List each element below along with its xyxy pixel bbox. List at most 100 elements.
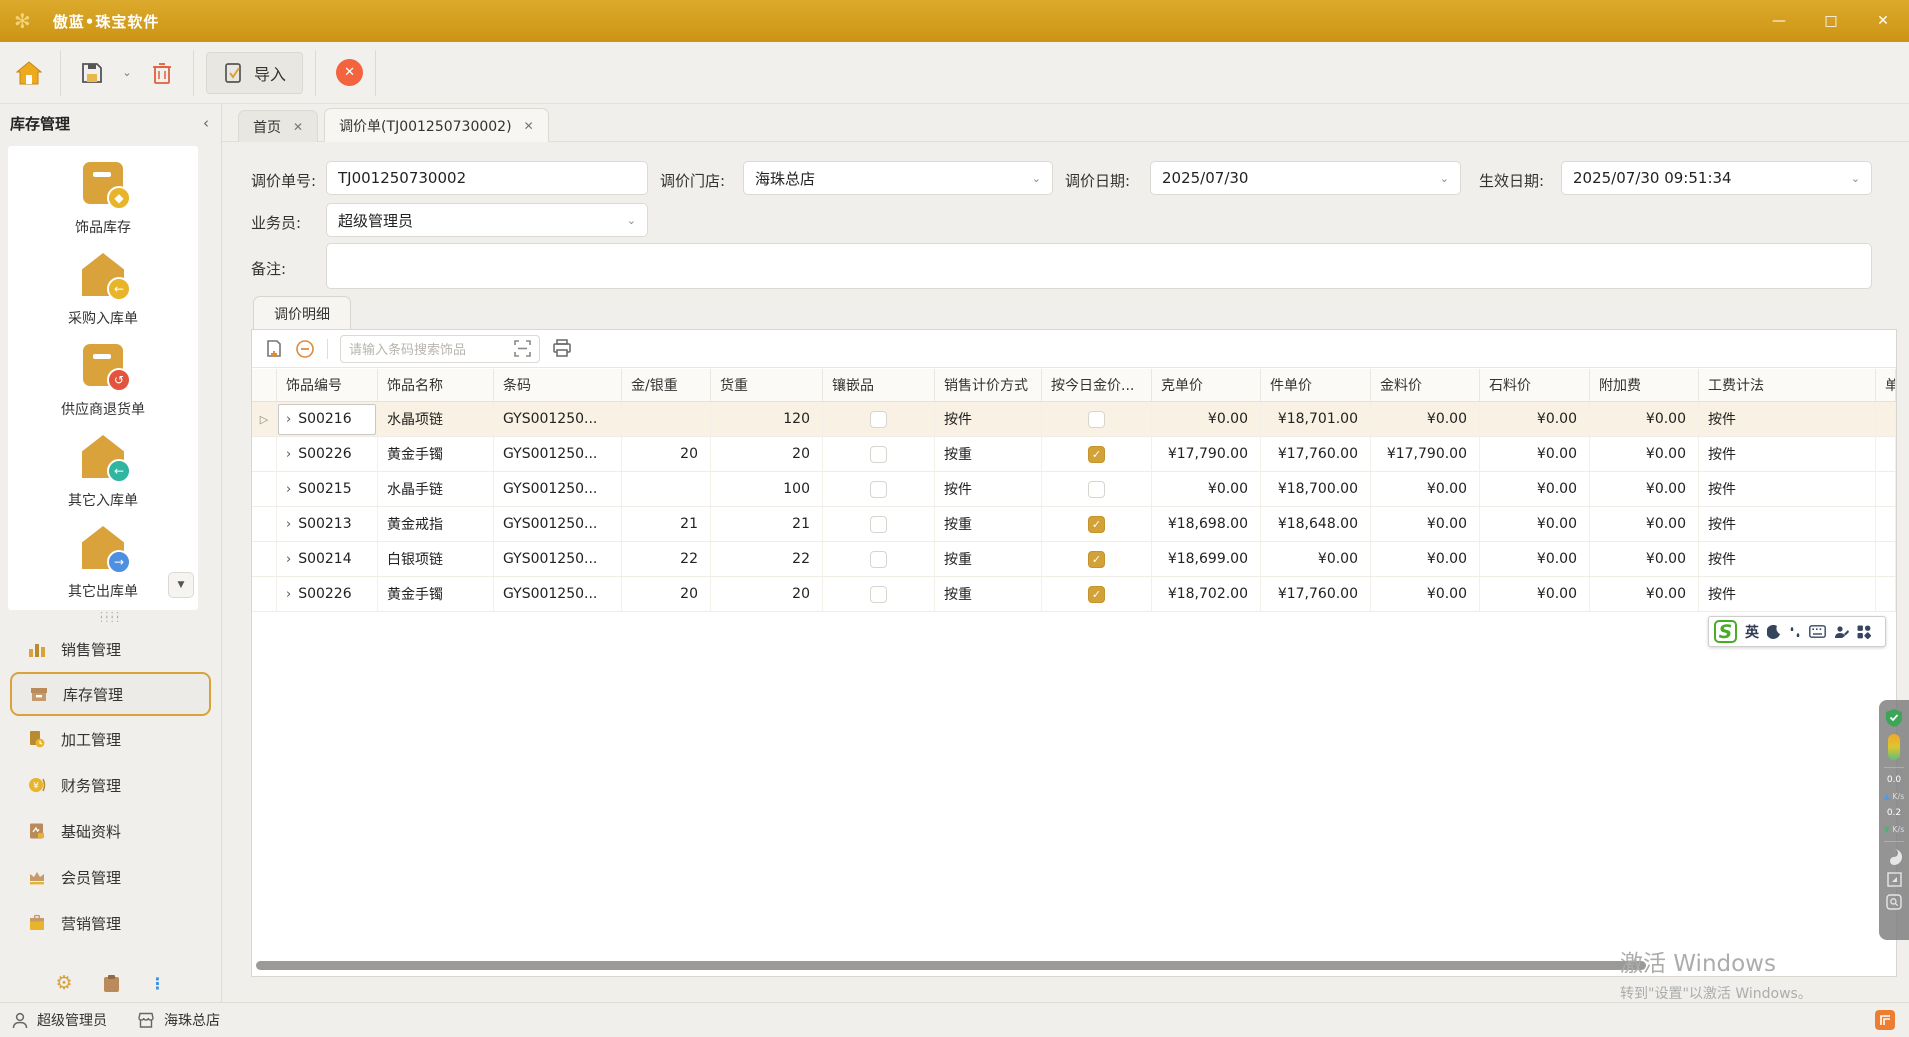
sidebar-splitter-handle[interactable]: :::::::: <box>0 612 221 622</box>
minimize-button[interactable]: — <box>1753 0 1805 42</box>
save-button[interactable] <box>73 52 111 94</box>
sidebar-item-销售管理[interactable]: 销售管理 <box>0 626 221 672</box>
moon-icon[interactable] <box>1767 625 1781 639</box>
row-expander-icon[interactable]: › <box>286 587 291 602</box>
table-row[interactable]: ›S00226黄金手镯GYS001250...2020按重✓¥18,702.00… <box>252 577 1896 612</box>
scrollbar-thumb[interactable] <box>256 961 1646 970</box>
effective-date-select[interactable]: 2025/07/30 09:51:34 ⌄ <box>1561 161 1872 195</box>
today-gold-price-checkbox[interactable] <box>1088 481 1105 498</box>
ime-language-mode[interactable]: 英 <box>1745 622 1759 642</box>
column-header-饰品编号[interactable]: 饰品编号 <box>277 369 378 401</box>
inlay-checkbox[interactable] <box>870 586 887 603</box>
handwriting-icon[interactable] <box>1834 625 1849 639</box>
search-tool-icon[interactable] <box>1886 894 1902 910</box>
today-gold-price-checkbox[interactable]: ✓ <box>1088 551 1105 568</box>
store-select[interactable]: 海珠总店 ⌄ <box>743 161 1053 195</box>
remark-textarea[interactable] <box>326 243 1872 289</box>
settings-gear-icon[interactable]: ⚙ <box>55 972 72 994</box>
sidebar-item-基础资料[interactable]: 基础资料 <box>0 808 221 854</box>
table-row[interactable]: ›S00226黄金手镯GYS001250...2020按重✓¥17,790.00… <box>252 437 1896 472</box>
column-header-销售计价方式[interactable]: 销售计价方式 <box>935 369 1042 401</box>
order-no-input[interactable]: TJ001250730002 <box>326 161 648 195</box>
home-button[interactable] <box>10 52 48 94</box>
keyboard-icon[interactable] <box>1809 625 1826 638</box>
shield-check-icon[interactable] <box>1886 709 1902 727</box>
punctuation-icon[interactable] <box>1789 625 1801 639</box>
sidebar-item-会员管理[interactable]: 会员管理 <box>0 854 221 900</box>
column-header-金料价[interactable]: 金料价 <box>1371 369 1480 401</box>
column-header-镶嵌品[interactable]: 镶嵌品 <box>823 369 935 401</box>
sidebar-item-库存管理[interactable]: 库存管理 <box>10 672 211 716</box>
remove-row-icon[interactable] <box>295 339 315 359</box>
today-gold-price-checkbox[interactable]: ✓ <box>1088 446 1105 463</box>
status-store: 海珠总店 <box>164 1010 220 1030</box>
inlay-checkbox[interactable] <box>870 481 887 498</box>
barcode-scan-icon[interactable] <box>514 340 531 357</box>
column-header-饰品名称[interactable]: 饰品名称 <box>378 369 494 401</box>
tray-ime-icon[interactable] <box>1875 1010 1895 1030</box>
column-header-条码[interactable]: 条码 <box>494 369 622 401</box>
screenshot-icon[interactable] <box>1887 872 1902 887</box>
column-header-件单价[interactable]: 件单价 <box>1261 369 1371 401</box>
sidebar-shortcut-采购入库单[interactable]: ←采购入库单 <box>8 237 198 328</box>
column-header-金/银重[interactable]: 金/银重 <box>622 369 711 401</box>
code-edit-box[interactable]: ›S00216 <box>278 404 376 435</box>
security-float-widget[interactable]: 0.0 ▲ K/s 0.2 ▼ K/s <box>1879 700 1909 940</box>
cell-pricing: 按重 <box>935 507 1042 541</box>
field-label-order-no: 调价单号: <box>251 170 316 191</box>
swirl-icon[interactable] <box>1886 849 1902 865</box>
today-gold-price-checkbox[interactable]: ✓ <box>1088 516 1105 533</box>
tab-adjustment-detail[interactable]: 调价明细 <box>253 296 351 330</box>
save-dropdown-chevron-icon[interactable]: ⌄ <box>119 66 135 79</box>
more-options-kebab-icon[interactable]: ⋮ <box>150 974 166 993</box>
table-row[interactable]: ›S00215水晶手链GYS001250...100按件¥0.00¥18,700… <box>252 472 1896 507</box>
column-header-附加费[interactable]: 附加费 <box>1590 369 1699 401</box>
row-expander-icon[interactable]: › <box>286 412 291 427</box>
inlay-checkbox[interactable] <box>870 516 887 533</box>
sidebar-shortcut-饰品库存[interactable]: ◆饰品库存 <box>8 146 198 237</box>
tab-price-adjustment[interactable]: 调价单(TJ001250730002) ✕ <box>324 108 549 142</box>
sidebar-shortcut-其它入库单[interactable]: ←其它入库单 <box>8 419 198 510</box>
table-row[interactable]: ›S00213黄金戒指GYS001250...2121按重✓¥18,698.00… <box>252 507 1896 542</box>
barcode-search-input[interactable]: 请输入条码搜索饰品 <box>340 335 540 363</box>
add-row-icon[interactable] <box>264 339 283 359</box>
table-row[interactable]: ▷›S00216水晶项链GYS001250...120按件¥0.00¥18,70… <box>252 402 1896 437</box>
today-gold-price-checkbox[interactable]: ✓ <box>1088 586 1105 603</box>
tab-close-icon[interactable]: ✕ <box>524 119 534 133</box>
clipboard-icon[interactable] <box>103 974 120 993</box>
sidebar-shortcut-供应商退货单[interactable]: ↺供应商退货单 <box>8 328 198 419</box>
table-row[interactable]: ›S00214白银项链GYS001250...2222按重✓¥18,699.00… <box>252 542 1896 577</box>
inlay-checkbox[interactable] <box>870 551 887 568</box>
salesperson-select[interactable]: 超级管理员 ⌄ <box>326 203 648 237</box>
sidebar-item-财务管理[interactable]: ¥财务管理 <box>0 762 221 808</box>
inlay-checkbox[interactable] <box>870 411 887 428</box>
sidebar-collapse-icon[interactable]: ‹ <box>203 114 209 132</box>
toolbox-grid-icon[interactable] <box>1857 625 1871 639</box>
ime-toolbar[interactable]: S 英 <box>1708 616 1886 647</box>
column-header-石料价[interactable]: 石料价 <box>1480 369 1590 401</box>
column-header-克单价[interactable]: 克单价 <box>1152 369 1261 401</box>
column-header-货重[interactable]: 货重 <box>711 369 823 401</box>
import-button[interactable]: 导入 <box>206 52 303 94</box>
close-button[interactable]: ✕ <box>1857 0 1909 42</box>
windows-activation-watermark: 激活 Windows 转到"设置"以激活 Windows。 <box>1620 944 1812 1003</box>
inlay-checkbox[interactable] <box>870 446 887 463</box>
row-expander-icon[interactable]: › <box>286 552 291 567</box>
adjust-date-select[interactable]: 2025/07/30 ⌄ <box>1150 161 1461 195</box>
delete-button[interactable] <box>143 52 181 94</box>
row-expander-icon[interactable]: › <box>286 482 291 497</box>
row-expander-icon[interactable]: › <box>286 517 291 532</box>
row-expander-icon[interactable]: › <box>286 447 291 462</box>
tab-home[interactable]: 首页 ✕ <box>238 110 318 142</box>
print-icon[interactable] <box>552 339 572 358</box>
sidebar-item-加工管理[interactable]: 加工管理 <box>0 716 221 762</box>
sidebar-more-button[interactable]: ▼ <box>168 572 194 598</box>
tab-close-icon[interactable]: ✕ <box>293 120 303 134</box>
column-header-按今日金价...[interactable]: 按今日金价... <box>1042 369 1152 401</box>
today-gold-price-checkbox[interactable] <box>1088 411 1105 428</box>
column-header-工费计法[interactable]: 工费计法 <box>1699 369 1876 401</box>
maximize-button[interactable]: □ <box>1805 0 1857 42</box>
close-document-button[interactable]: ✕ <box>336 59 363 86</box>
sogou-logo-icon[interactable]: S <box>1714 620 1737 643</box>
sidebar-item-营销管理[interactable]: 营销管理 <box>0 900 221 946</box>
